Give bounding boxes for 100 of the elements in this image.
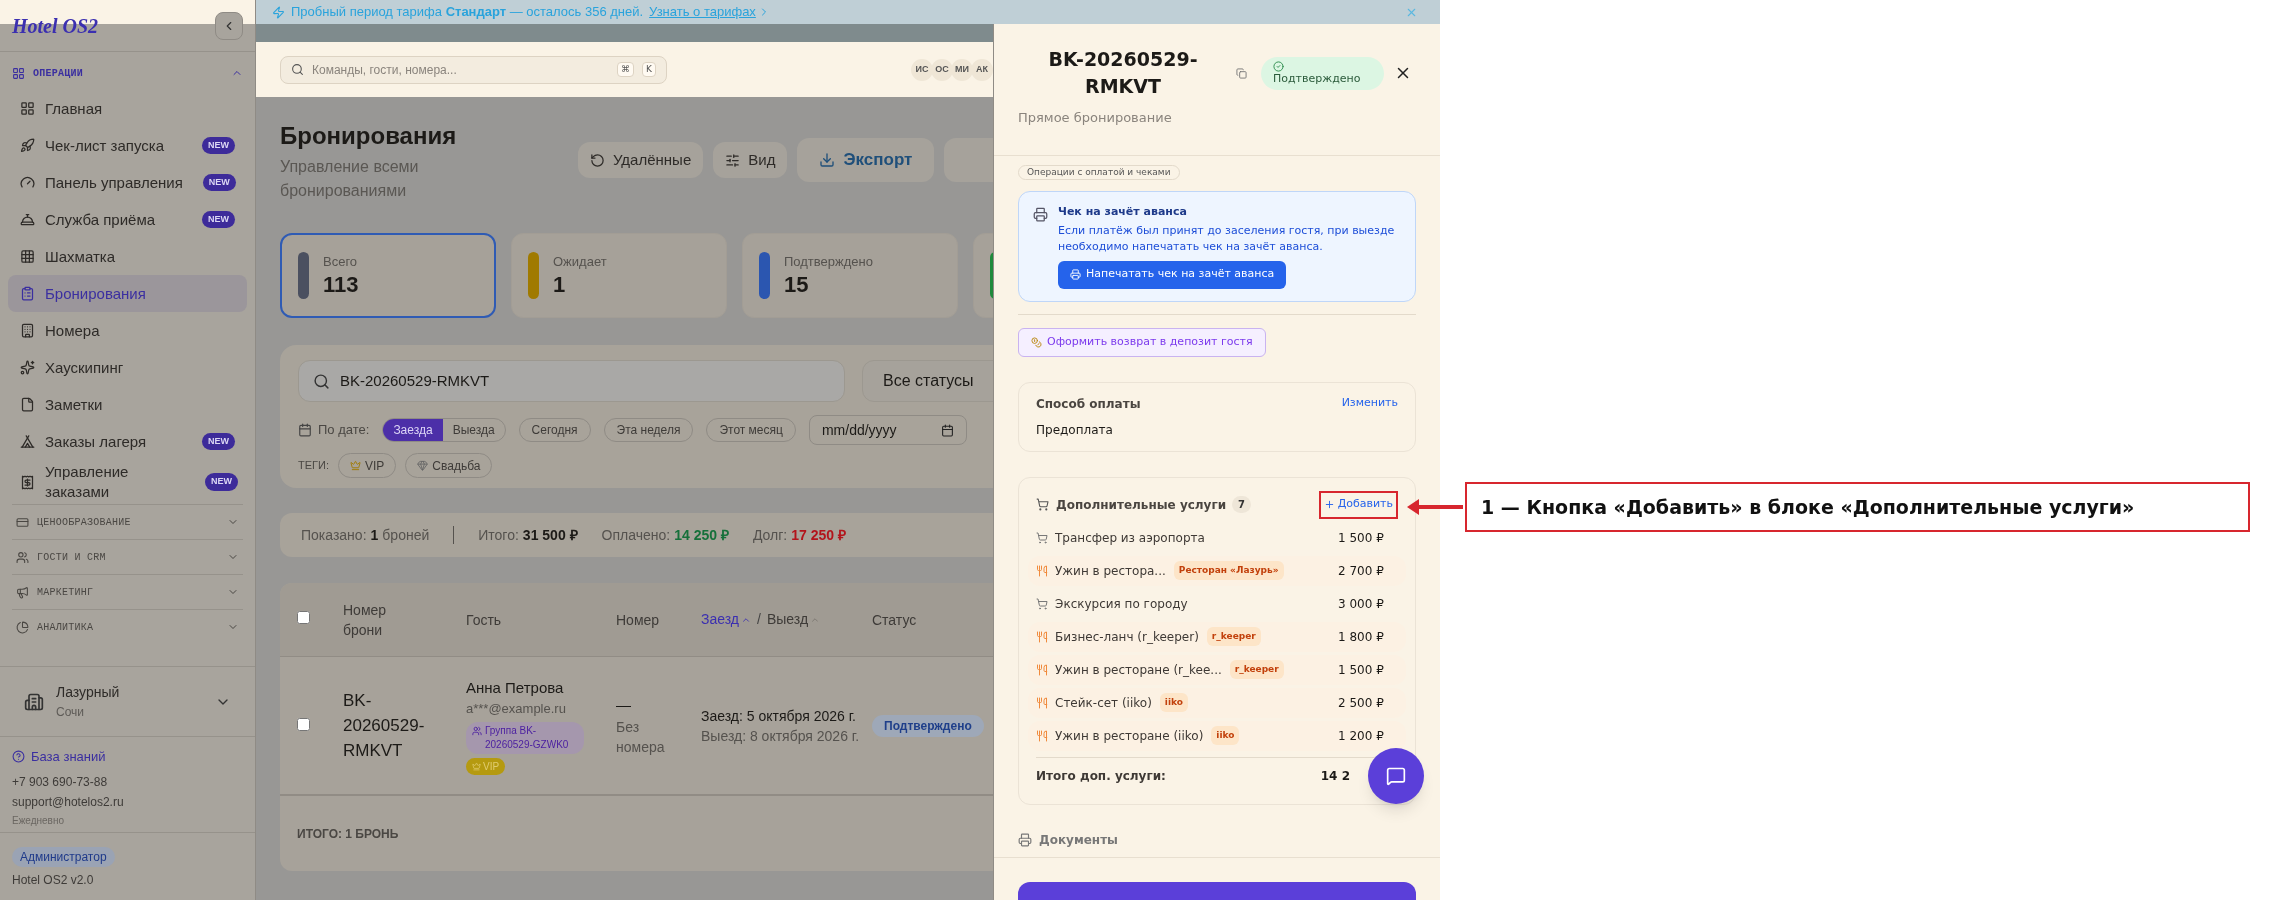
nav-item[interactable]: Главная xyxy=(8,90,247,127)
nav-section[interactable]: ГОСТИ И CRM xyxy=(12,540,243,574)
extras-total-value: 14 2 xyxy=(1320,767,1350,785)
nav-item[interactable]: Хаускипинг xyxy=(8,349,247,386)
change-payment-link[interactable]: Изменить xyxy=(1341,395,1398,412)
service-tag: iiko xyxy=(1159,692,1188,713)
new-badge: NEW xyxy=(202,432,235,451)
user-avatar[interactable]: ОС xyxy=(931,58,953,81)
printer-icon xyxy=(1070,269,1081,280)
user-avatar[interactable]: АК xyxy=(971,58,993,81)
calendar-icon xyxy=(298,423,312,437)
group-badge: Группа BK-20260529-GZWK0 xyxy=(466,721,584,754)
booking-search-field[interactable]: BK-20260529-RMKVT xyxy=(298,360,845,402)
service-name: Трансфер из аэропорта xyxy=(1055,529,1205,547)
service-name: Бизнес-ланч (r_keeper) xyxy=(1055,628,1199,646)
room-note: Без номера xyxy=(616,717,666,757)
nav-item[interactable]: Управление заказами NEW xyxy=(8,460,247,504)
plus-icon xyxy=(1323,499,1335,510)
nav-item[interactable]: Служба приёма NEW xyxy=(8,201,247,238)
toolbar-button[interactable]: Удалённые xyxy=(578,142,704,178)
service-name: Ужин в ресторане (r_kee... xyxy=(1055,661,1222,679)
summary-value: 14 250 ₽ xyxy=(674,525,729,545)
summary-value: 1 xyxy=(370,525,379,545)
service-price: 3 000 ₽ xyxy=(1338,595,1385,613)
shortcut-key: ⌘ xyxy=(617,61,635,78)
user-avatar[interactable]: МИ xyxy=(951,58,973,81)
utensils-icon xyxy=(1036,630,1048,643)
role-badge: Администратор xyxy=(12,847,115,867)
user-avatar[interactable]: ИС xyxy=(911,58,933,81)
service-tag: r_keeper xyxy=(1229,659,1284,680)
date-filter-label: По дате: xyxy=(318,421,370,440)
status-dropdown[interactable]: Все статусы xyxy=(862,360,993,402)
print-receipt-button[interactable]: Напечатать чек на зачёт аванса xyxy=(1058,260,1287,289)
add-service-button[interactable]: Добавить xyxy=(1318,490,1398,519)
service-name: Ужин в ресторане (iiko) xyxy=(1055,727,1204,745)
sliders-icon xyxy=(725,152,741,168)
nav-section[interactable]: АНАЛИТИКА xyxy=(12,610,243,644)
vip-badge: VIP xyxy=(466,757,506,775)
nav-item[interactable]: Заказы лагеря NEW xyxy=(8,423,247,460)
toolbar-button[interactable]: Вид xyxy=(713,142,788,178)
copy-button[interactable] xyxy=(1236,67,1247,79)
nav-section[interactable]: МАРКЕТИНГ xyxy=(12,575,243,609)
nav-item[interactable]: Заметки xyxy=(8,386,247,423)
command-search-field[interactable]: Команды, гости, номера... ⌘ K xyxy=(280,55,667,84)
nav-item[interactable]: Чек-лист запуска NEW xyxy=(8,127,247,164)
ring-icon xyxy=(417,460,429,471)
service-name: Ужин в рестора... xyxy=(1055,562,1166,580)
stat-value: 15 xyxy=(784,271,810,300)
service-price: 1 200 ₽ xyxy=(1338,727,1385,745)
column-separator: / xyxy=(757,610,761,629)
drawer-subtitle: Прямое бронирование xyxy=(1018,109,1173,127)
sparkles-icon xyxy=(20,360,35,375)
nav-section[interactable]: ЦЕНООБРАЗОВАНИЕ xyxy=(12,505,243,539)
deposit-refund-button[interactable]: Оформить возврат в депозит гостя xyxy=(1018,327,1266,357)
summary-label: Оплачено: xyxy=(601,525,671,545)
toolbar-button[interactable]: Экспорт xyxy=(797,138,935,182)
calendar-icon xyxy=(940,423,954,437)
sort-header[interactable]: Заезд xyxy=(701,609,751,630)
knowledge-base-link[interactable]: База знаний xyxy=(12,747,243,767)
annotation-label: 1 — Кнопка «Добавить» в блоке «Дополнительные услуги» xyxy=(1465,482,2250,532)
table-grid-icon xyxy=(20,249,35,264)
chat-icon xyxy=(1386,766,1406,786)
stat-card[interactable]: Ожидает 1 xyxy=(511,233,727,318)
stat-card[interactable]: Подтверждено 15 xyxy=(742,233,958,318)
room-value: — xyxy=(616,695,632,716)
page-subtitle: Управление всеми бронированиями xyxy=(280,157,420,201)
date-mode-tab[interactable]: Выезда xyxy=(442,419,505,441)
nav-item[interactable]: Панель управления NEW xyxy=(8,164,247,201)
grid-icon xyxy=(12,66,25,80)
search-icon xyxy=(291,63,304,76)
collapse-button[interactable] xyxy=(215,11,243,40)
cart-icon xyxy=(1036,498,1049,511)
date-mode-tab[interactable]: Заезда xyxy=(383,419,443,441)
receipt-title: Чек на зачёт аванса xyxy=(1058,204,1187,220)
summary-value: 17 250 ₽ xyxy=(791,525,846,545)
select-all-checkbox[interactable] xyxy=(297,611,310,624)
column-header: Номер брони xyxy=(343,600,388,640)
row-checkbox[interactable] xyxy=(297,717,310,731)
summary-value: 31 500 ₽ xyxy=(522,525,578,545)
stat-value: 1 xyxy=(553,271,567,300)
extras-count: 7 xyxy=(1232,496,1252,513)
service-tag: Ресторан «Лазурь» xyxy=(1173,560,1284,581)
stat-card[interactable]: Всего 113 xyxy=(280,233,496,318)
stat-label: Всего xyxy=(323,252,359,271)
nav-item[interactable]: Номера xyxy=(8,312,247,349)
pie-chart-icon xyxy=(16,620,29,634)
receipt-text: Если платёж был принят до заселения гостя, при выезде необходимо напечатать чек на зачёт аванса. xyxy=(1058,222,1396,255)
cart-icon xyxy=(1036,597,1048,610)
nav-item[interactable]: Бронирования xyxy=(8,275,247,312)
summary-label: Показано: xyxy=(301,525,367,545)
annotation-arrow xyxy=(1407,498,1463,516)
status-badge: Подтверждено xyxy=(872,714,984,737)
date-field[interactable]: mm/dd/yyyy xyxy=(808,415,967,445)
coins-icon xyxy=(1031,336,1042,348)
sort-header[interactable]: Выезд xyxy=(766,609,821,630)
users-icon xyxy=(16,550,29,564)
hotel-selector[interactable]: Лазурный Сочи xyxy=(0,666,255,736)
nav-item[interactable]: Шахматка xyxy=(8,238,247,275)
nav-section[interactable]: ОПЕРАЦИИ xyxy=(8,56,247,90)
service-price: 2 700 ₽ xyxy=(1338,562,1385,580)
